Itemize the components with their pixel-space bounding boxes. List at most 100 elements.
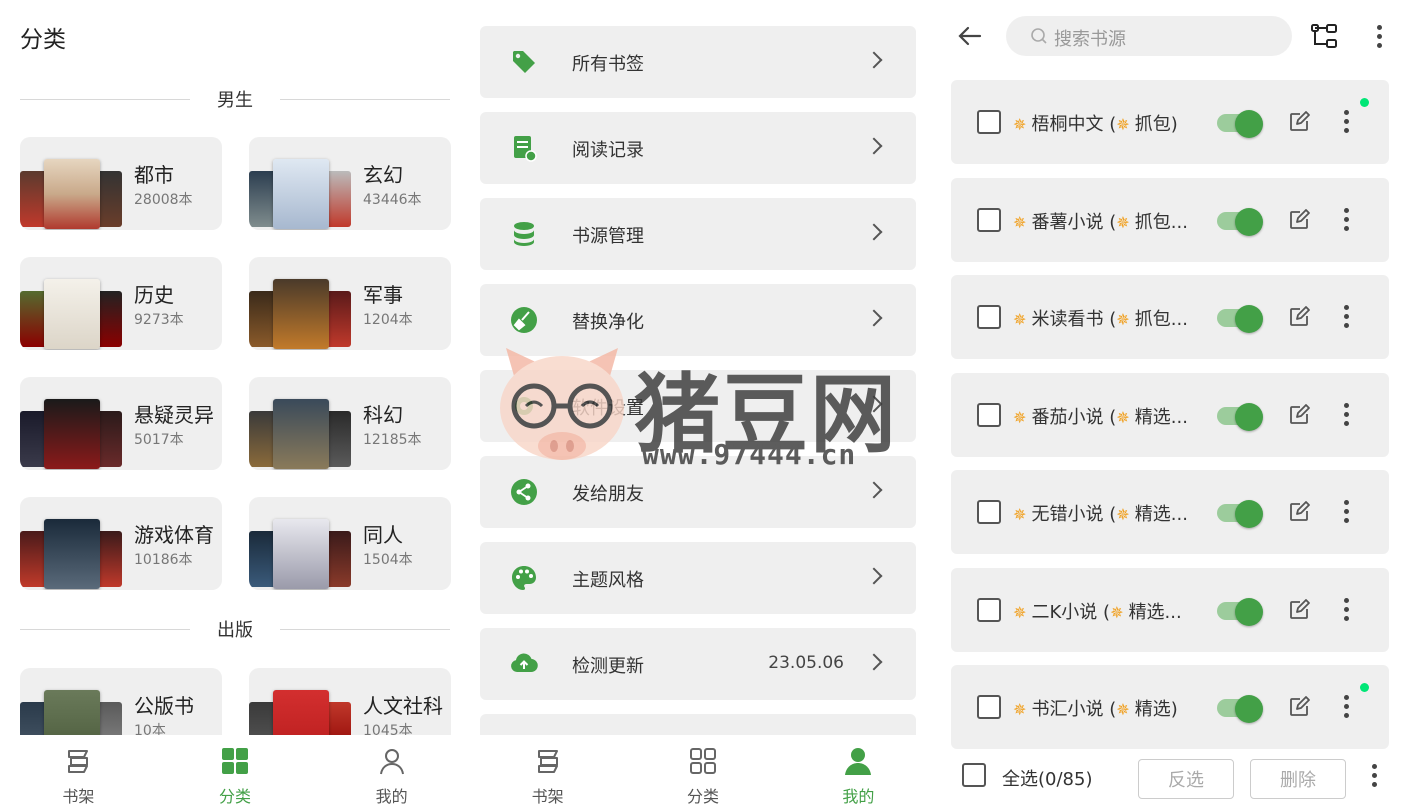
delete-button[interactable]: 删除 bbox=[1250, 759, 1346, 799]
chevron-right-icon bbox=[865, 309, 883, 327]
source-row[interactable]: ✵ 米读看书 (✵ 抓包... bbox=[951, 275, 1389, 359]
edit-icon[interactable] bbox=[1287, 500, 1311, 524]
category-count: 9273本 bbox=[134, 312, 184, 328]
enable-toggle[interactable] bbox=[1217, 403, 1263, 431]
source-name: ✵ 米读看书 (✵ 抓包... bbox=[1013, 305, 1188, 331]
category-count: 28008本 bbox=[134, 192, 193, 208]
source-checkbox[interactable] bbox=[977, 305, 1001, 329]
source-checkbox[interactable] bbox=[977, 110, 1001, 134]
source-checkbox[interactable] bbox=[977, 403, 1001, 427]
enable-toggle[interactable] bbox=[1217, 110, 1263, 138]
search-icon bbox=[1031, 28, 1047, 44]
edit-icon[interactable] bbox=[1287, 403, 1311, 427]
more-options-icon[interactable] bbox=[1344, 208, 1350, 232]
chevron-right-icon bbox=[865, 481, 883, 499]
source-row[interactable]: ✵ 书汇小说 (✵ 精选) bbox=[951, 665, 1389, 749]
menu-check-update[interactable]: 检测更新 23.05.06 bbox=[480, 628, 916, 700]
cloud-upload-icon bbox=[511, 653, 538, 673]
search-placeholder: 搜索书源 bbox=[1054, 29, 1126, 50]
category-count: 1504本 bbox=[363, 552, 413, 568]
enable-toggle[interactable] bbox=[1217, 695, 1263, 723]
source-title: 二K小说 ( bbox=[1031, 602, 1111, 623]
search-input[interactable]: 搜索书源 bbox=[1006, 16, 1292, 56]
category-card-dushi[interactable]: 都市 28008本 bbox=[20, 137, 222, 230]
category-panel: 分类 男生 都市 28008本 玄幻 43446本 历史 9273本 军事 12… bbox=[0, 0, 470, 811]
section-header-publish: 出版 bbox=[20, 616, 450, 642]
more-options-icon[interactable] bbox=[1344, 500, 1350, 524]
edit-icon[interactable] bbox=[1287, 110, 1311, 134]
nav-category[interactable]: 分类 bbox=[157, 735, 314, 811]
more-options-icon[interactable] bbox=[1372, 764, 1378, 788]
source-row[interactable]: ✵ 番薯小说 (✵ 抓包... bbox=[951, 178, 1389, 262]
more-options-icon[interactable] bbox=[1344, 598, 1350, 622]
spark-icon: ✵ bbox=[1013, 505, 1032, 524]
category-card-tongren[interactable]: 同人 1504本 bbox=[249, 497, 451, 590]
nav-bookshelf[interactable]: 书架 bbox=[470, 735, 625, 811]
select-all-checkbox[interactable] bbox=[962, 763, 986, 787]
menu-label: 检测更新 bbox=[572, 656, 644, 677]
category-name: 公版书 bbox=[134, 694, 194, 718]
category-card-youxi[interactable]: 游戏体育 10186本 bbox=[20, 497, 222, 590]
menu-reading-history[interactable]: 阅读记录 bbox=[480, 112, 916, 184]
more-options-icon[interactable] bbox=[1344, 695, 1350, 719]
source-checkbox[interactable] bbox=[977, 500, 1001, 524]
nav-mine[interactable]: 我的 bbox=[781, 735, 936, 811]
more-options-icon[interactable] bbox=[1344, 305, 1350, 329]
nav-mine[interactable]: 我的 bbox=[313, 735, 470, 811]
category-count: 12185本 bbox=[363, 432, 422, 448]
group-icon[interactable] bbox=[1310, 22, 1338, 50]
source-group-tag: 精选... bbox=[1128, 602, 1182, 623]
back-arrow-icon[interactable] bbox=[956, 22, 984, 50]
source-title: 米读看书 ( bbox=[1031, 309, 1117, 330]
source-row[interactable]: ✵ 二K小说 (✵ 精选... bbox=[951, 568, 1389, 652]
more-options-icon[interactable] bbox=[1377, 25, 1383, 49]
edit-icon[interactable] bbox=[1287, 208, 1311, 232]
source-row[interactable]: ✵ 番茄小说 (✵ 精选... bbox=[951, 373, 1389, 457]
source-group-tag: 抓包) bbox=[1134, 114, 1178, 135]
category-card-xuanhuan[interactable]: 玄幻 43446本 bbox=[249, 137, 451, 230]
source-name: ✵ 书汇小说 (✵ 精选) bbox=[1013, 695, 1178, 721]
menu-label: 发给朋友 bbox=[572, 484, 644, 505]
category-card-junshi[interactable]: 军事 1204本 bbox=[249, 257, 451, 350]
spark-icon: ✵ bbox=[1013, 603, 1032, 622]
more-options-icon[interactable] bbox=[1344, 403, 1350, 427]
category-name: 科幻 bbox=[363, 403, 403, 427]
nav-bookshelf[interactable]: 书架 bbox=[0, 735, 157, 811]
menu-bookmarks[interactable]: 所有书签 bbox=[480, 26, 916, 98]
category-card-xuanyi[interactable]: 悬疑灵异 5017本 bbox=[20, 377, 222, 470]
edit-icon[interactable] bbox=[1287, 695, 1311, 719]
bookshelf-icon bbox=[68, 750, 89, 773]
spark-icon: ✵ bbox=[1013, 213, 1032, 232]
category-name: 都市 bbox=[134, 163, 174, 187]
source-row[interactable]: ✵ 无错小说 (✵ 精选... bbox=[951, 470, 1389, 554]
source-checkbox[interactable] bbox=[977, 208, 1001, 232]
invert-selection-button[interactable]: 反选 bbox=[1138, 759, 1234, 799]
nav-category[interactable]: 分类 bbox=[625, 735, 780, 811]
category-card-kehuan[interactable]: 科幻 12185本 bbox=[249, 377, 451, 470]
menu-source-manage[interactable]: 书源管理 bbox=[480, 198, 916, 270]
source-row[interactable]: ✵ 梧桐中文 (✵ 抓包) bbox=[951, 80, 1389, 164]
edit-icon[interactable] bbox=[1287, 598, 1311, 622]
menu-label: 主题风格 bbox=[572, 570, 644, 591]
edit-icon[interactable] bbox=[1287, 305, 1311, 329]
bottom-action-bar: 全选(0/85) 反选 删除 bbox=[936, 751, 1406, 811]
source-checkbox[interactable] bbox=[977, 598, 1001, 622]
status-dot bbox=[1360, 683, 1369, 692]
chevron-right-icon bbox=[865, 653, 883, 671]
spark-icon: ✵ bbox=[1013, 310, 1032, 329]
more-options-icon[interactable] bbox=[1344, 110, 1350, 134]
menu-theme[interactable]: 主题风格 bbox=[480, 542, 916, 614]
source-title: 番薯小说 ( bbox=[1031, 212, 1117, 233]
source-group-tag: 精选... bbox=[1134, 407, 1188, 428]
menu-label: 替换净化 bbox=[572, 312, 644, 333]
chevron-right-icon bbox=[865, 137, 883, 155]
enable-toggle[interactable] bbox=[1217, 598, 1263, 626]
source-checkbox[interactable] bbox=[977, 695, 1001, 719]
enable-toggle[interactable] bbox=[1217, 305, 1263, 333]
category-card-lishi[interactable]: 历史 9273本 bbox=[20, 257, 222, 350]
enable-toggle[interactable] bbox=[1217, 500, 1263, 528]
source-title: 无错小说 ( bbox=[1031, 504, 1117, 525]
enable-toggle[interactable] bbox=[1217, 208, 1263, 236]
category-grid-icon bbox=[222, 748, 248, 774]
chevron-right-icon bbox=[865, 567, 883, 585]
